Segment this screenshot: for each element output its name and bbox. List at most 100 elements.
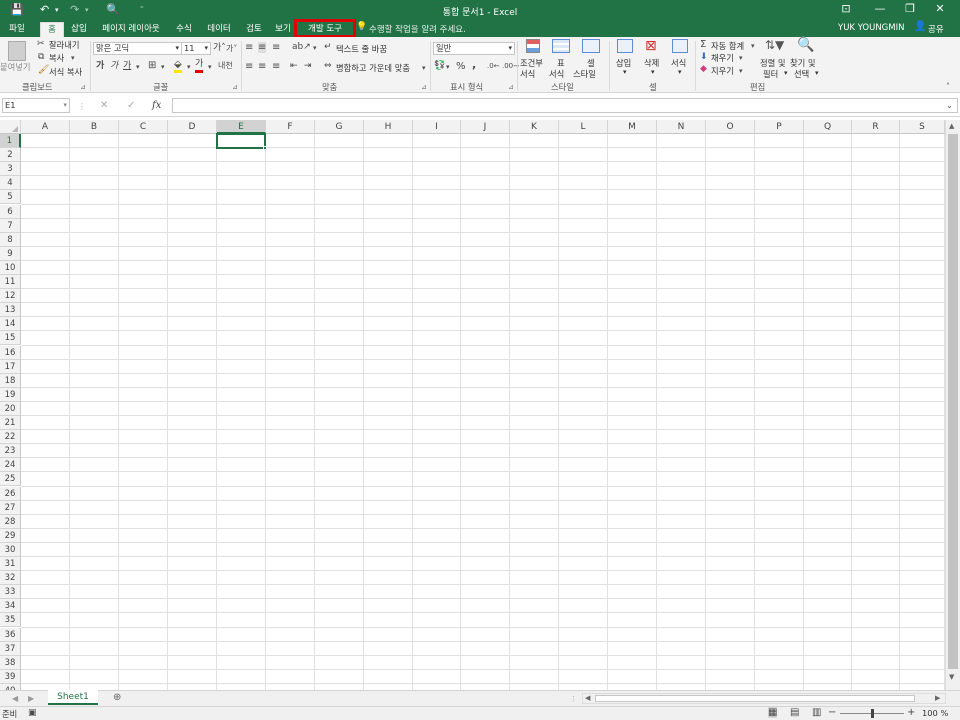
macro-record-icon[interactable]: ▣ — [28, 708, 37, 719]
column-header-C[interactable]: C — [119, 120, 168, 134]
column-header-J[interactable]: J — [461, 120, 510, 134]
column-header-A[interactable]: A — [21, 120, 70, 134]
italic-button[interactable]: 가 — [110, 61, 118, 72]
row-header-6[interactable]: 6 — [0, 204, 21, 219]
row-header-30[interactable]: 30 — [0, 542, 21, 557]
font-size-select[interactable]: 11 ▾ — [181, 42, 211, 55]
row-header-18[interactable]: 18 — [0, 373, 21, 388]
normal-view-icon[interactable]: ▦ — [768, 707, 778, 718]
column-header-F[interactable]: F — [266, 120, 315, 134]
column-header-O[interactable]: O — [706, 120, 755, 134]
row-header-4[interactable]: 4 — [0, 176, 21, 191]
zoom-level[interactable]: 100 % — [922, 708, 948, 718]
orientation-icon[interactable]: ab↗ — [292, 42, 311, 53]
row-header-37[interactable]: 37 — [0, 641, 21, 656]
align-bottom-icon[interactable]: ≡ — [272, 42, 280, 53]
next-sheet-icon[interactable]: ▶ — [28, 693, 34, 704]
format-cells-button[interactable]: 서식 ▾ — [668, 39, 694, 81]
confirm-entry-icon[interactable]: ✓ — [127, 100, 135, 111]
scroll-left-icon[interactable]: ◀ — [585, 694, 590, 702]
zoom-slider-thumb[interactable] — [871, 709, 874, 718]
row-header-38[interactable]: 38 — [0, 655, 21, 670]
row-header-39[interactable]: 39 — [0, 669, 21, 684]
paste-button[interactable]: 붙여넣기 — [0, 39, 34, 79]
column-header-B[interactable]: B — [70, 120, 119, 134]
scroll-down-icon[interactable]: ▼ — [949, 673, 954, 681]
fill-dropdown-icon[interactable]: ▾ — [187, 62, 191, 73]
row-header-32[interactable]: 32 — [0, 571, 21, 586]
scroll-up-icon[interactable]: ▲ — [949, 122, 954, 130]
add-sheet-icon[interactable]: ⊕ — [113, 692, 121, 703]
row-header-28[interactable]: 28 — [0, 514, 21, 529]
increase-decimal-icon[interactable]: .0← — [487, 61, 500, 72]
fill-dropdown-icon[interactable]: ▾ — [739, 53, 743, 64]
increase-font-icon[interactable]: 가˄ — [213, 43, 226, 54]
row-header-33[interactable]: 33 — [0, 585, 21, 600]
row-header-36[interactable]: 36 — [0, 627, 21, 642]
worksheet-grid[interactable]: A B C D E F G H I J K L M N O P Q R S 1 2 3 4 5 6 7 8 9 10 11 12 13 14 15… — [0, 120, 945, 690]
tab-view[interactable]: 보기 — [272, 22, 294, 37]
font-color-icon[interactable]: 가 — [195, 59, 204, 73]
column-header-R[interactable]: R — [852, 120, 900, 134]
row-header-27[interactable]: 27 — [0, 500, 21, 515]
font-launcher-icon[interactable]: ⊿ — [232, 83, 238, 91]
prev-sheet-icon[interactable]: ◀ — [12, 693, 18, 704]
row-header-11[interactable]: 11 — [0, 275, 21, 289]
column-header-K[interactable]: K — [510, 120, 559, 134]
row-header-20[interactable]: 20 — [0, 401, 21, 416]
row-header-1[interactable]: 1 — [0, 134, 21, 148]
accounting-dropdown-icon[interactable]: ▾ — [446, 62, 450, 73]
print-preview-icon[interactable]: 🔍 — [106, 3, 120, 16]
copy-button[interactable]: 복사 — [49, 52, 64, 64]
align-middle-icon[interactable]: ≡ — [258, 42, 267, 53]
scroll-thumb[interactable] — [948, 134, 958, 669]
column-header-Q[interactable]: Q — [804, 120, 852, 134]
tab-file[interactable]: 파일 — [2, 22, 32, 37]
expand-formula-icon[interactable]: ⌄ — [946, 100, 953, 111]
zoom-in-icon[interactable]: + — [907, 707, 915, 718]
customize-toolbar-icon[interactable]: ⁼ — [140, 5, 144, 13]
number-launcher-icon[interactable]: ⊿ — [508, 83, 514, 91]
save-icon[interactable]: 💾 — [10, 3, 24, 16]
column-header-P[interactable]: P — [755, 120, 804, 134]
comma-button[interactable]: , — [472, 59, 476, 70]
share-button[interactable]: 공유 — [928, 23, 944, 35]
column-header-I[interactable]: I — [413, 120, 461, 134]
vertical-scrollbar[interactable]: ▲ ▼ — [945, 120, 960, 690]
underline-dropdown-icon[interactable]: ▾ — [136, 62, 140, 73]
merge-dropdown-icon[interactable]: ▾ — [422, 63, 426, 74]
row-header-31[interactable]: 31 — [0, 557, 21, 571]
row-header-26[interactable]: 26 — [0, 486, 21, 501]
row-header-24[interactable]: 24 — [0, 458, 21, 473]
increase-indent-icon[interactable]: ⇥ — [304, 61, 312, 72]
row-header-7[interactable]: 7 — [0, 218, 21, 233]
undo-dropdown-icon[interactable]: ▾ — [55, 6, 59, 14]
insert-cells-button[interactable]: 삽입 ▾ — [612, 39, 640, 81]
row-header-5[interactable]: 5 — [0, 190, 21, 205]
row-header-25[interactable]: 25 — [0, 472, 21, 487]
fill-handle[interactable] — [263, 146, 267, 151]
underline-button[interactable]: 가 — [123, 61, 131, 72]
row-header-17[interactable]: 17 — [0, 359, 21, 374]
cut-button[interactable]: 잘라내기 — [49, 39, 80, 51]
align-right-icon[interactable]: ≡ — [272, 61, 280, 72]
collapse-ribbon-icon[interactable]: ˄ — [946, 81, 950, 92]
row-header-35[interactable]: 35 — [0, 613, 21, 628]
column-header-S[interactable]: S — [900, 120, 945, 134]
decrease-font-icon[interactable]: 가˅ — [226, 43, 237, 54]
phonetic-guide-icon[interactable]: 내천 — [218, 60, 233, 71]
insert-function-icon[interactable]: fx — [152, 100, 161, 111]
cancel-entry-icon[interactable]: ✕ — [100, 100, 108, 111]
column-header-M[interactable]: M — [608, 120, 657, 134]
row-header-8[interactable]: 8 — [0, 232, 21, 247]
font-name-select[interactable]: 맑은 고딕 ▾ — [93, 42, 182, 55]
row-header-19[interactable]: 19 — [0, 387, 21, 402]
name-box[interactable]: E1 ▾ — [2, 98, 70, 113]
close-icon[interactable]: ✕ — [930, 2, 950, 15]
number-format-select[interactable]: 일반 ▾ — [433, 42, 515, 55]
page-layout-view-icon[interactable]: ▤ — [790, 707, 799, 718]
orientation-dropdown-icon[interactable]: ▾ — [313, 43, 317, 54]
align-left-icon[interactable]: ≡ — [245, 61, 253, 72]
percent-button[interactable]: % — [456, 61, 466, 72]
row-header-16[interactable]: 16 — [0, 345, 21, 360]
